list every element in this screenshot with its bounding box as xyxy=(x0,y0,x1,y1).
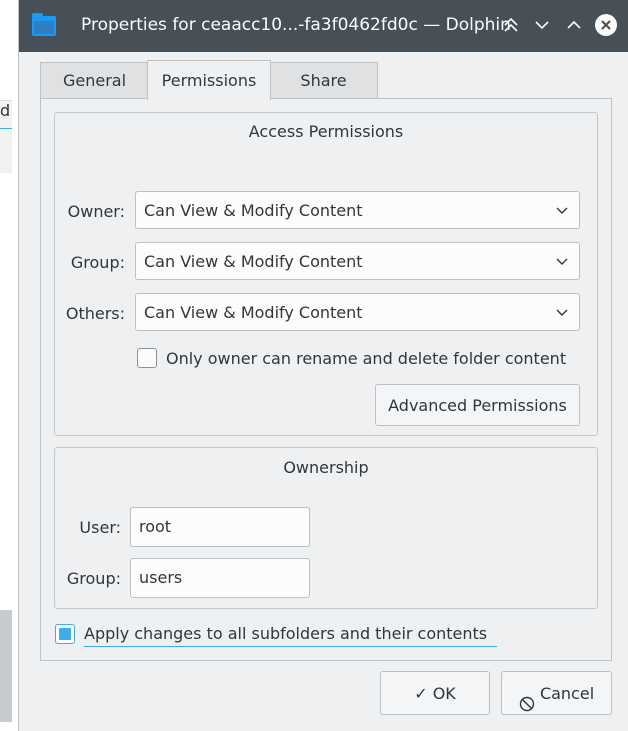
folder-icon xyxy=(32,13,56,36)
others-permission-value: Can View & Modify Content xyxy=(144,303,363,322)
ownership-group: Ownership User: root Group: users xyxy=(54,447,598,609)
chevron-down-icon xyxy=(555,294,569,346)
tab-general[interactable]: General xyxy=(40,62,149,99)
group-field[interactable]: users xyxy=(130,558,310,598)
others-permission-select[interactable]: Can View & Modify Content xyxy=(135,293,580,331)
cancel-icon xyxy=(519,685,535,711)
user-field[interactable]: root xyxy=(130,507,310,547)
background-underline xyxy=(0,128,12,129)
advanced-permissions-button[interactable]: Advanced Permissions xyxy=(375,384,580,426)
minimize-icon[interactable] xyxy=(531,14,553,36)
focus-underline xyxy=(84,646,497,647)
group-permission-value: Can View & Modify Content xyxy=(144,252,363,271)
group-label: Group: xyxy=(70,253,125,272)
title-bar[interactable]: Properties for ceaacc10...-fa3f0462fd0c … xyxy=(19,0,628,52)
apply-recursive-checkbox[interactable] xyxy=(55,624,75,644)
ownership-group-label: Group: xyxy=(66,569,121,588)
maximize-icon[interactable] xyxy=(563,14,585,36)
group-permission-select[interactable]: Can View & Modify Content xyxy=(135,242,580,280)
apply-recursive-label[interactable]: Apply changes to all subfolders and thei… xyxy=(84,624,487,643)
check-icon: ✓ xyxy=(414,684,428,703)
owner-label: Owner: xyxy=(67,202,125,221)
owner-permission-value: Can View & Modify Content xyxy=(144,201,363,220)
only-owner-label[interactable]: Only owner can rename and delete folder … xyxy=(166,349,566,368)
background-panel-bottom xyxy=(0,610,12,722)
chevron-down-icon xyxy=(555,192,569,244)
access-permissions-group: Access Permissions Owner: Can View & Mod… xyxy=(54,112,598,436)
only-owner-checkbox[interactable] xyxy=(137,348,157,368)
permissions-panel: Access Permissions Owner: Can View & Mod… xyxy=(40,98,612,661)
owner-permission-select[interactable]: Can View & Modify Content xyxy=(135,191,580,229)
access-permissions-title: Access Permissions xyxy=(248,122,404,141)
close-icon[interactable] xyxy=(595,14,617,36)
ok-label: OK xyxy=(432,684,456,703)
user-label: User: xyxy=(79,518,121,537)
tab-share[interactable]: Share xyxy=(269,62,378,99)
window-title: Properties for ceaacc10...-fa3f0462fd0c … xyxy=(81,15,511,35)
properties-dialog: Properties for ceaacc10...-fa3f0462fd0c … xyxy=(18,0,628,731)
tab-permissions[interactable]: Permissions xyxy=(147,60,271,100)
others-label: Others: xyxy=(65,304,125,323)
keep-above-icon[interactable] xyxy=(500,14,522,36)
cancel-button[interactable]: Cancel xyxy=(501,671,612,715)
ok-button[interactable]: ✓ OK xyxy=(380,671,490,715)
cancel-label: Cancel xyxy=(539,684,595,703)
background-text-fragment: d xyxy=(0,101,11,120)
chevron-down-icon xyxy=(555,243,569,295)
ownership-title: Ownership xyxy=(283,458,369,477)
